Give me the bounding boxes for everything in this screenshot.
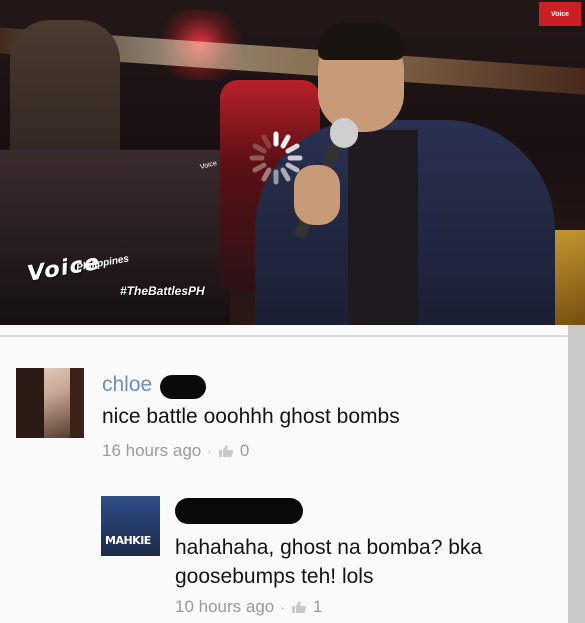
comment-author-link[interactable]: chloe <box>102 373 152 397</box>
avatar-label: MAHKIE <box>105 534 151 547</box>
meta-separator: · <box>280 599 285 615</box>
redaction-mark <box>175 498 303 524</box>
avatar[interactable]: MAHKIE <box>101 496 160 556</box>
loading-spinner-icon <box>249 131 303 185</box>
screenshot-frame: Voice Voice Philippines #TheBattlesPH Vo… <box>0 0 585 623</box>
comments-section: chloe nice battle ooohhh ghost bombs 16 … <box>0 325 585 623</box>
scrollbar-track[interactable] <box>568 325 585 623</box>
thumbs-up-icon[interactable] <box>218 444 234 458</box>
hashtag-overlay: #TheBattlesPH <box>120 284 205 298</box>
like-count: 0 <box>239 441 250 460</box>
singer-shirt <box>348 130 418 325</box>
thumbs-up-icon[interactable] <box>291 600 307 614</box>
coach-desk <box>0 150 230 325</box>
comment-timestamp[interactable]: 10 hours ago <box>175 597 274 617</box>
show-logo: Voice Philippines <box>27 250 130 287</box>
comment-timestamp[interactable]: 16 hours ago <box>102 441 201 461</box>
channel-badge: Voice <box>539 2 581 26</box>
like-count: 1 <box>312 597 323 616</box>
singer-hair <box>318 22 404 60</box>
comment-meta: 16 hours ago · 0 <box>102 441 249 461</box>
comment-text: hahahaha, ghost na bomba? bka goosebumps… <box>175 536 483 588</box>
comment-text: nice battle ooohhh ghost bombs <box>102 405 400 428</box>
redaction-mark <box>160 375 206 399</box>
comment-meta: 10 hours ago · 1 <box>175 597 322 617</box>
avatar-hair <box>16 368 44 438</box>
meta-separator: · <box>207 443 212 459</box>
divider <box>0 335 585 337</box>
video-player[interactable]: Voice Voice Philippines #TheBattlesPH Vo… <box>0 0 585 325</box>
avatar[interactable] <box>16 368 84 438</box>
avatar-hair <box>70 368 84 438</box>
microphone <box>330 118 358 148</box>
